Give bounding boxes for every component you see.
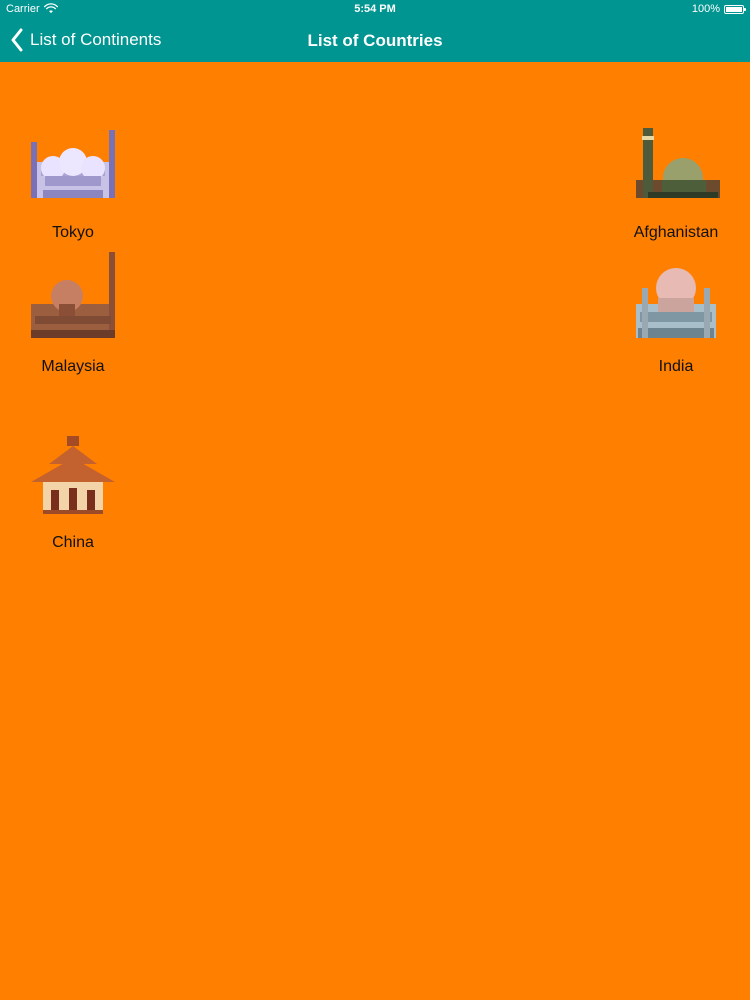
battery-icon	[724, 4, 746, 14]
status-bar: Carrier 5:54 PM 100%	[0, 0, 750, 20]
country-label: Tokyo	[52, 224, 94, 241]
country-item-malaysia[interactable]: Malaysia	[3, 252, 143, 376]
navigation-bar: List of Continents List of Countries	[0, 20, 750, 62]
battery-info: 100%	[691, 3, 746, 15]
mosque-icon	[31, 252, 115, 338]
status-time: 5:54 PM	[354, 3, 396, 15]
back-button[interactable]: List of Continents	[10, 28, 161, 52]
country-item-afghanistan[interactable]: Afghanistan	[606, 118, 746, 242]
country-label: Afghanistan	[633, 224, 719, 241]
carrier-info: Carrier	[6, 3, 58, 15]
wifi-icon	[43, 3, 58, 14]
country-item-tokyo[interactable]: Tokyo	[3, 118, 143, 242]
country-item-china[interactable]: China	[3, 428, 143, 552]
mosque-icon	[31, 130, 115, 198]
pagoda-icon	[31, 436, 115, 514]
top-bar: Carrier 5:54 PM 100% List of Continents …	[0, 0, 750, 62]
country-item-india[interactable]: India	[606, 252, 746, 376]
country-label: Malaysia	[41, 358, 105, 375]
mosque-icon	[636, 128, 720, 198]
mosque-icon	[636, 268, 716, 338]
chevron-left-icon	[11, 28, 23, 52]
battery-percent: 100%	[691, 3, 720, 15]
carrier-label: Carrier	[6, 3, 40, 15]
page-title: List of Countries	[307, 31, 443, 50]
country-label: India	[658, 358, 694, 375]
back-button-label: List of Continents	[30, 30, 162, 49]
country-label: China	[52, 534, 94, 551]
